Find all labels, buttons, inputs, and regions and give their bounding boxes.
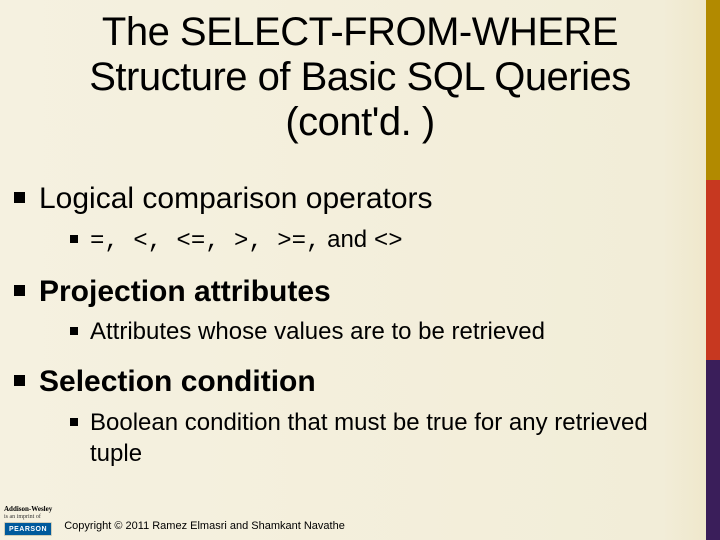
bullet-text: Attributes whose values are to be retrie…	[90, 316, 545, 347]
code-text: =, <, <=, >, >=,	[90, 228, 320, 255]
bullet-text: Projection attributes	[39, 273, 331, 311]
slide-content: Logical comparison operators =, <, <=, >…	[14, 180, 690, 485]
square-bullet-icon	[70, 418, 78, 426]
bullet-text: Selection condition	[39, 363, 316, 401]
bullet-text: Logical comparison operators	[39, 180, 433, 218]
bullet-text: Boolean condition that must be true for …	[90, 407, 690, 469]
pearson-logo: PEARSON	[4, 522, 52, 536]
decorative-stripe	[706, 0, 720, 540]
bullet-level1: Logical comparison operators	[14, 180, 690, 218]
bullet-text: =, <, <=, >, >=, and <>	[90, 224, 403, 257]
bullet-level2: =, <, <=, >, >=, and <>	[70, 224, 690, 257]
square-bullet-icon	[14, 192, 25, 203]
slide-title: The SELECT-FROM-WHERE Structure of Basic…	[40, 10, 680, 144]
slide-footer: Addison-Wesley is an imprint of PEARSON …	[0, 502, 706, 540]
bullet-level2: Attributes whose values are to be retrie…	[70, 316, 690, 347]
bullet-level2: Boolean condition that must be true for …	[70, 407, 690, 469]
publisher-block: Addison-Wesley is an imprint of PEARSON	[4, 506, 52, 536]
square-bullet-icon	[70, 327, 78, 335]
bullet-level1: Projection attributes	[14, 273, 690, 311]
publisher-name: Addison-Wesley	[4, 506, 52, 513]
square-bullet-icon	[14, 375, 25, 386]
plain-text: and	[320, 226, 373, 253]
square-bullet-icon	[14, 285, 25, 296]
slide: The SELECT-FROM-WHERE Structure of Basic…	[0, 0, 720, 540]
code-text: <>	[374, 228, 403, 255]
publisher-tagline: is an imprint of	[4, 514, 41, 520]
square-bullet-icon	[70, 235, 78, 243]
bullet-level1: Selection condition	[14, 363, 690, 401]
copyright-text: Copyright © 2011 Ramez Elmasri and Shamk…	[64, 520, 345, 532]
